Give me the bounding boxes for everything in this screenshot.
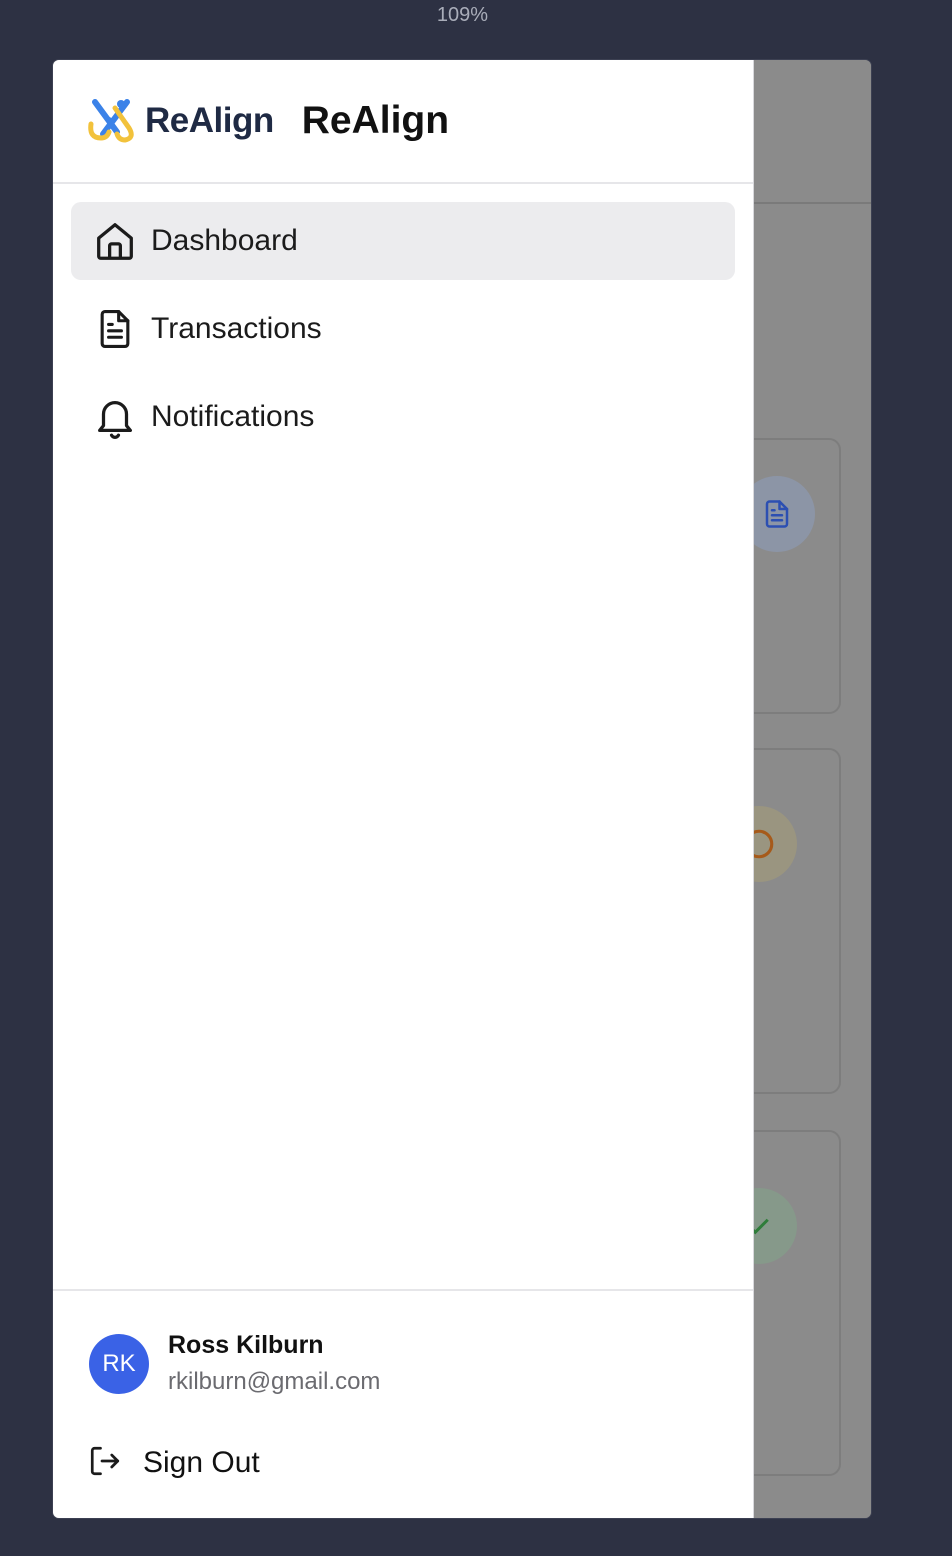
sidebar-item-label: Notifications [151, 400, 315, 433]
sidebar-nav: Dashboard Transactions Notifications [53, 184, 753, 456]
sidebar-item-label: Dashboard [151, 224, 298, 257]
sidebar-item-dashboard[interactable]: Dashboard [71, 202, 735, 280]
bell-icon [91, 393, 139, 441]
sign-out-icon [87, 1443, 123, 1483]
navigation-drawer: ReAlign ReAlign Dashboard Transactions N… [53, 60, 754, 1518]
user-name: Ross Kilburn [168, 1331, 324, 1359]
user-info: Ross Kilburn rkilburn@gmail.com [168, 1331, 380, 1396]
user-email: rkilburn@gmail.com [168, 1368, 381, 1395]
sidebar-item-label: Transactions [151, 312, 322, 345]
brand-logo[interactable]: ReAlign [87, 94, 274, 148]
zoom-level: 109% [436, 4, 489, 26]
realign-logo-icon [87, 94, 139, 148]
sidebar-item-transactions[interactable]: Transactions [71, 290, 735, 368]
drawer-footer: RK Ross Kilburn rkilburn@gmail.com Sign … [53, 1289, 753, 1518]
drawer-header: ReAlign ReAlign [53, 60, 753, 184]
user-profile[interactable]: RK Ross Kilburn rkilburn@gmail.com [89, 1331, 380, 1396]
avatar: RK [89, 1333, 149, 1394]
document-icon [91, 305, 139, 353]
app-title: ReAlign [301, 99, 450, 142]
sign-out-button[interactable]: Sign Out [87, 1443, 260, 1483]
logo-wordmark: ReAlign [145, 101, 274, 140]
sidebar-item-notifications[interactable]: Notifications [71, 378, 735, 456]
home-icon [91, 217, 139, 265]
sign-out-label: Sign Out [143, 1446, 260, 1479]
app-window: ReAlign ReAlign Dashboard Transactions N… [53, 60, 871, 1518]
